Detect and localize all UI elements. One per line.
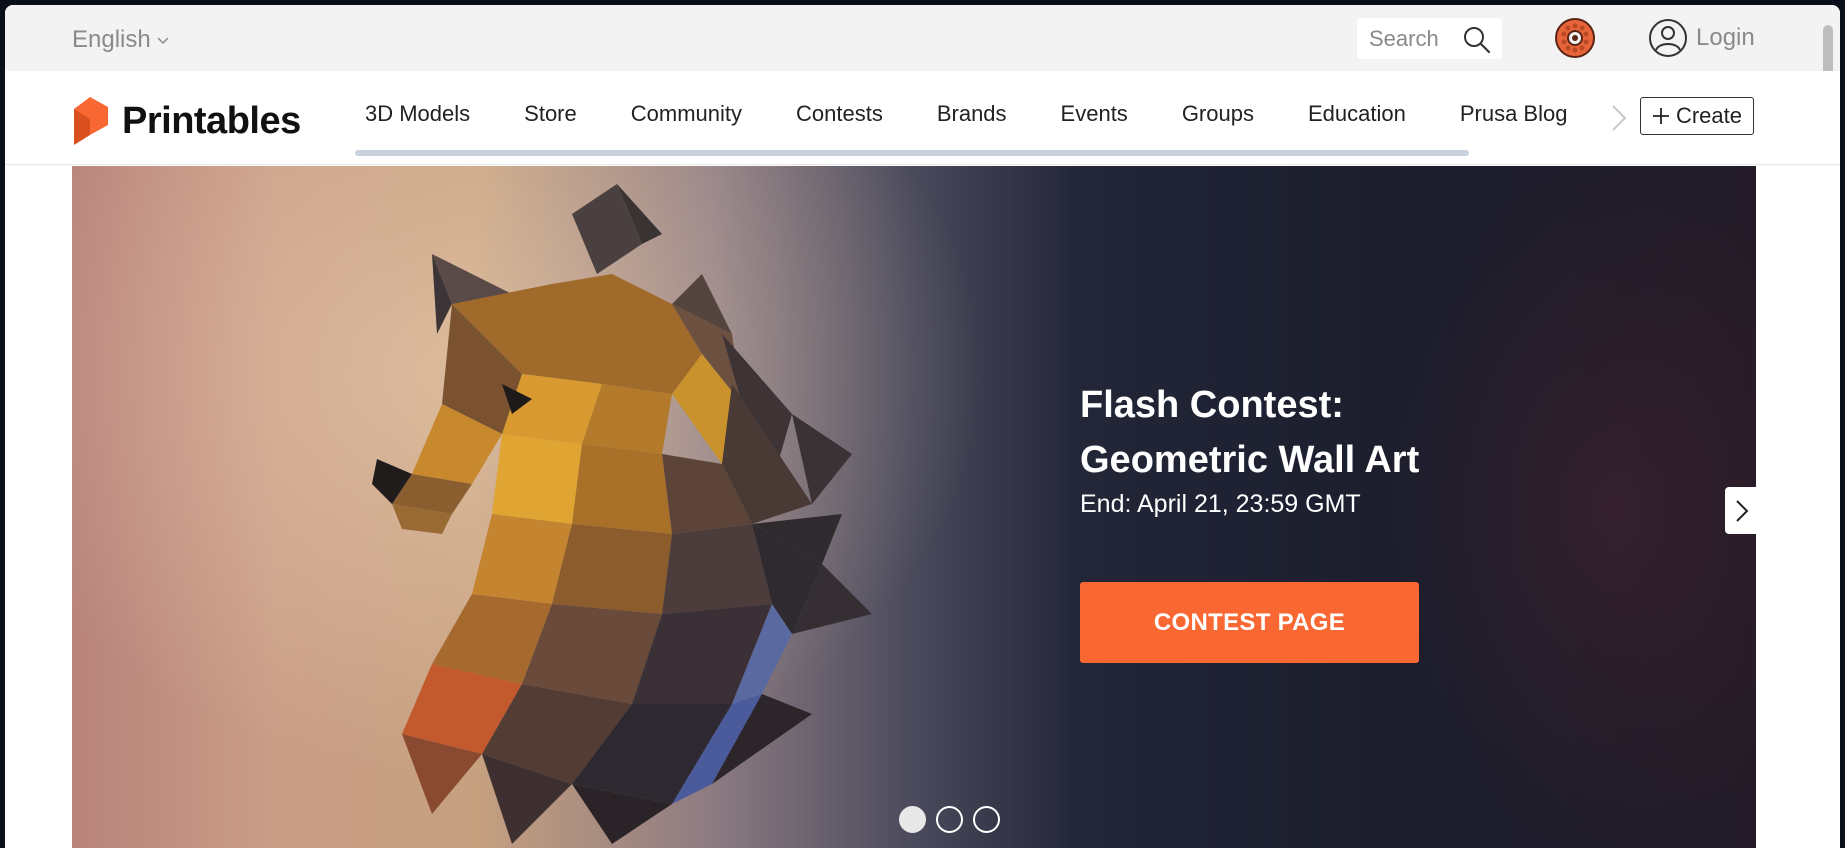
carousel-next-button[interactable] [1725,487,1756,534]
contest-title-line1: Flash Contest: [1080,384,1344,426]
hero-banner: Flash Contest: Geometric Wall Art End: A… [72,166,1756,848]
nav-item-prusa-blog[interactable]: Prusa Blog [1460,101,1568,135]
search-icon[interactable] [1463,26,1491,54]
user-circle-icon [1649,19,1687,57]
nav-item-brands[interactable]: Brands [937,101,1007,135]
utility-bar: English Search Login [5,5,1840,130]
nav-item-events[interactable]: Events [1061,101,1128,135]
language-label: English [72,26,151,53]
carousel-dot-3[interactable] [973,806,1000,833]
contest-end-date: End: April 21, 23:59 GMT [1080,490,1361,518]
chevron-right-icon[interactable] [1610,103,1628,133]
nav-scroll-track[interactable] [355,150,1469,156]
search-box[interactable] [1357,18,1502,59]
nav-item-education[interactable]: Education [1308,101,1406,135]
chevron-down-icon [157,37,169,45]
geometric-wolf-image [372,184,872,844]
nav-item-contests[interactable]: Contests [796,101,883,135]
brand-name: Printables [122,99,301,142]
plus-icon [1652,108,1669,124]
nav-item-groups[interactable]: Groups [1182,101,1254,135]
login-label: Login [1696,24,1755,51]
chevron-right-icon [1736,499,1749,522]
carousel-dots [899,806,1000,833]
nav-item-3d-models[interactable]: 3D Models [365,101,470,135]
search-input[interactable] [1369,25,1461,52]
filament-spool-icon[interactable] [1555,18,1595,58]
contest-title-line2: Geometric Wall Art [1080,439,1420,481]
main-navbar: Printables 3D Models Store Community Con… [5,71,1840,165]
nav-item-store[interactable]: Store [524,101,577,135]
create-label: Create [1675,103,1743,128]
nav-item-community[interactable]: Community [631,101,742,135]
carousel-dot-1[interactable] [899,806,926,833]
printables-logo[interactable]: Printables [72,95,301,147]
browser-window: English Search Login Printables 3D Model… [5,5,1840,848]
create-button[interactable]: Create [1640,97,1754,135]
printables-logo-icon [74,97,108,145]
login-button[interactable]: Login [1648,18,1755,58]
nav-menu: 3D Models Store Community Contests Brand… [365,101,1615,135]
carousel-dot-2[interactable] [936,806,963,833]
language-selector[interactable]: English [72,26,169,54]
contest-title: Flash Contest: Geometric Wall Art [1080,378,1640,488]
contest-page-button[interactable]: CONTEST PAGE [1080,582,1419,663]
hero-shadow-wolf [1372,166,1756,848]
